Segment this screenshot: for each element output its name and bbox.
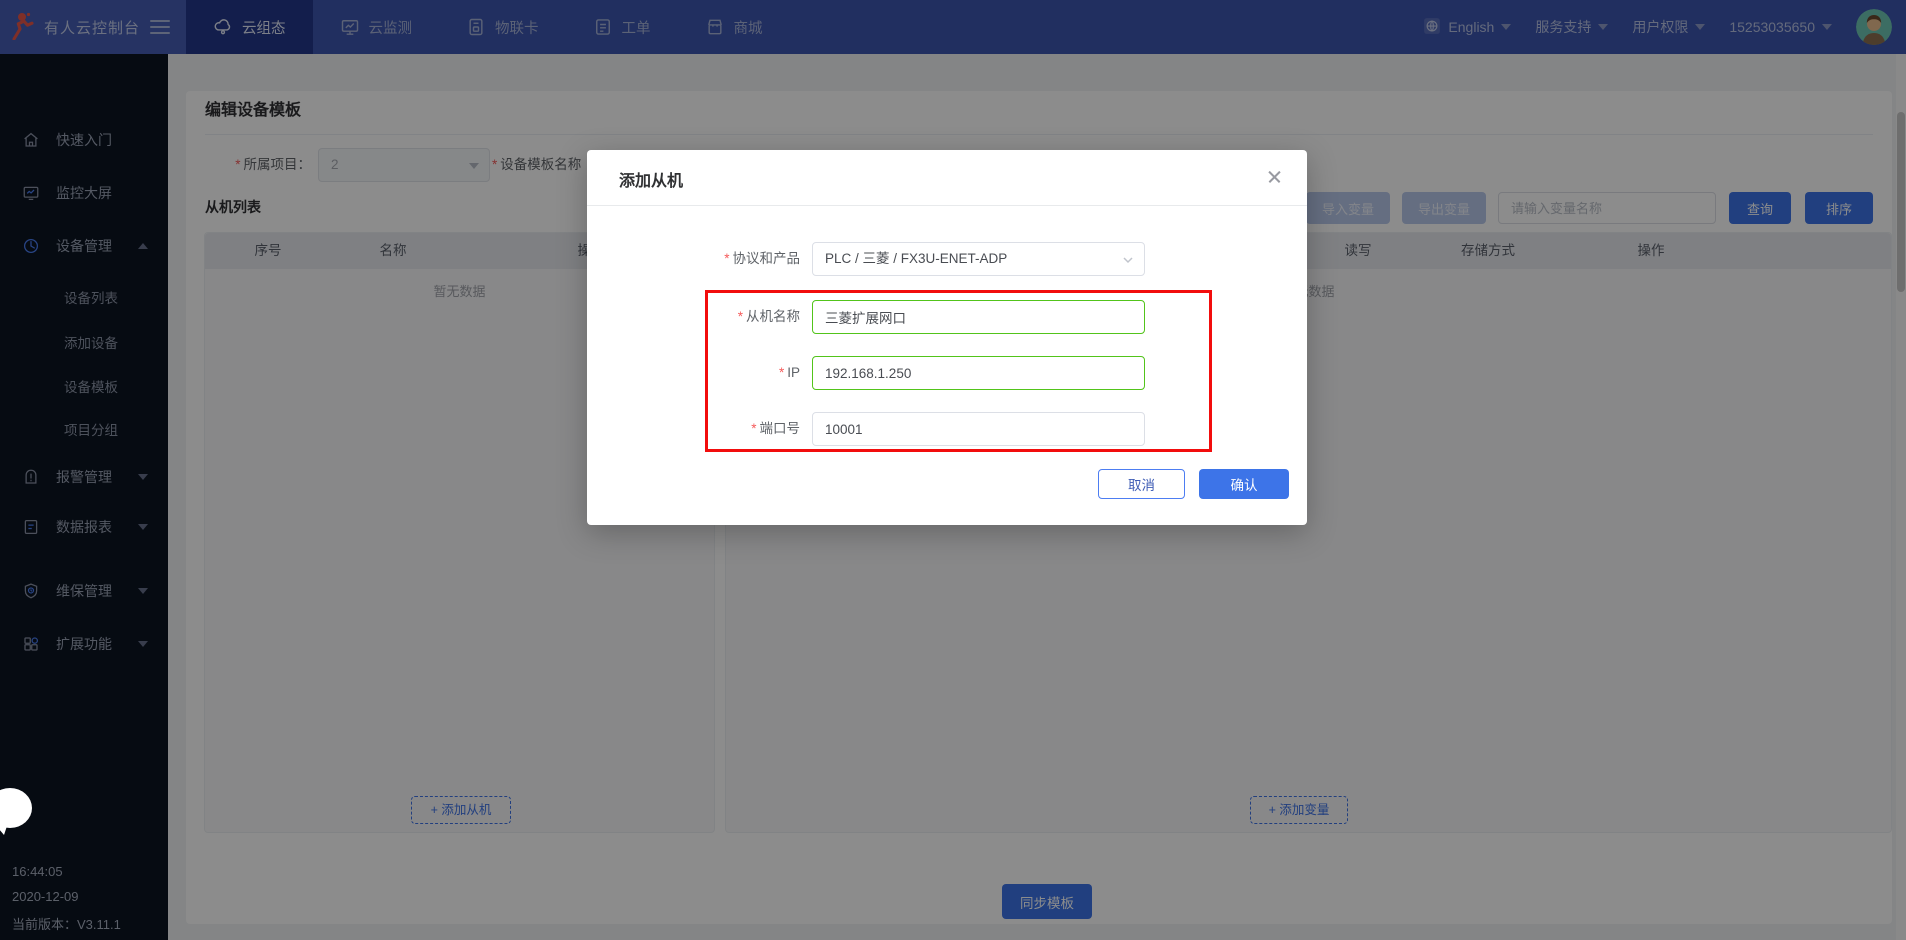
protocol-select-value: PLC / 三菱 / FX3U-ENET-ADP [825, 251, 1007, 266]
chevron-down-icon [1122, 254, 1134, 266]
required-mark: * [779, 365, 784, 380]
close-icon[interactable] [1265, 167, 1285, 187]
required-mark: * [751, 421, 756, 436]
cancel-button[interactable]: 取消 [1098, 469, 1185, 499]
protocol-label: *协议和产品 [587, 242, 800, 276]
port-label: *端口号 [587, 412, 800, 446]
port-input[interactable] [812, 412, 1145, 446]
divider [587, 205, 1307, 206]
add-slave-modal: 添加从机 *协议和产品 PLC / 三菱 / FX3U-ENET-ADP *从机… [587, 150, 1307, 525]
app-root: 有人云控制台 云组态 云监测 物联卡 工单 商城 [0, 0, 1906, 940]
required-mark: * [738, 309, 743, 324]
protocol-select[interactable]: PLC / 三菱 / FX3U-ENET-ADP [812, 242, 1145, 276]
required-mark: * [724, 251, 729, 266]
slave-name-input[interactable] [812, 300, 1145, 334]
ip-label: *IP [587, 356, 800, 390]
modal-title: 添加从机 [619, 167, 683, 191]
ip-input[interactable] [812, 356, 1145, 390]
confirm-button[interactable]: 确认 [1199, 469, 1289, 499]
slave-name-label: *从机名称 [587, 300, 800, 334]
